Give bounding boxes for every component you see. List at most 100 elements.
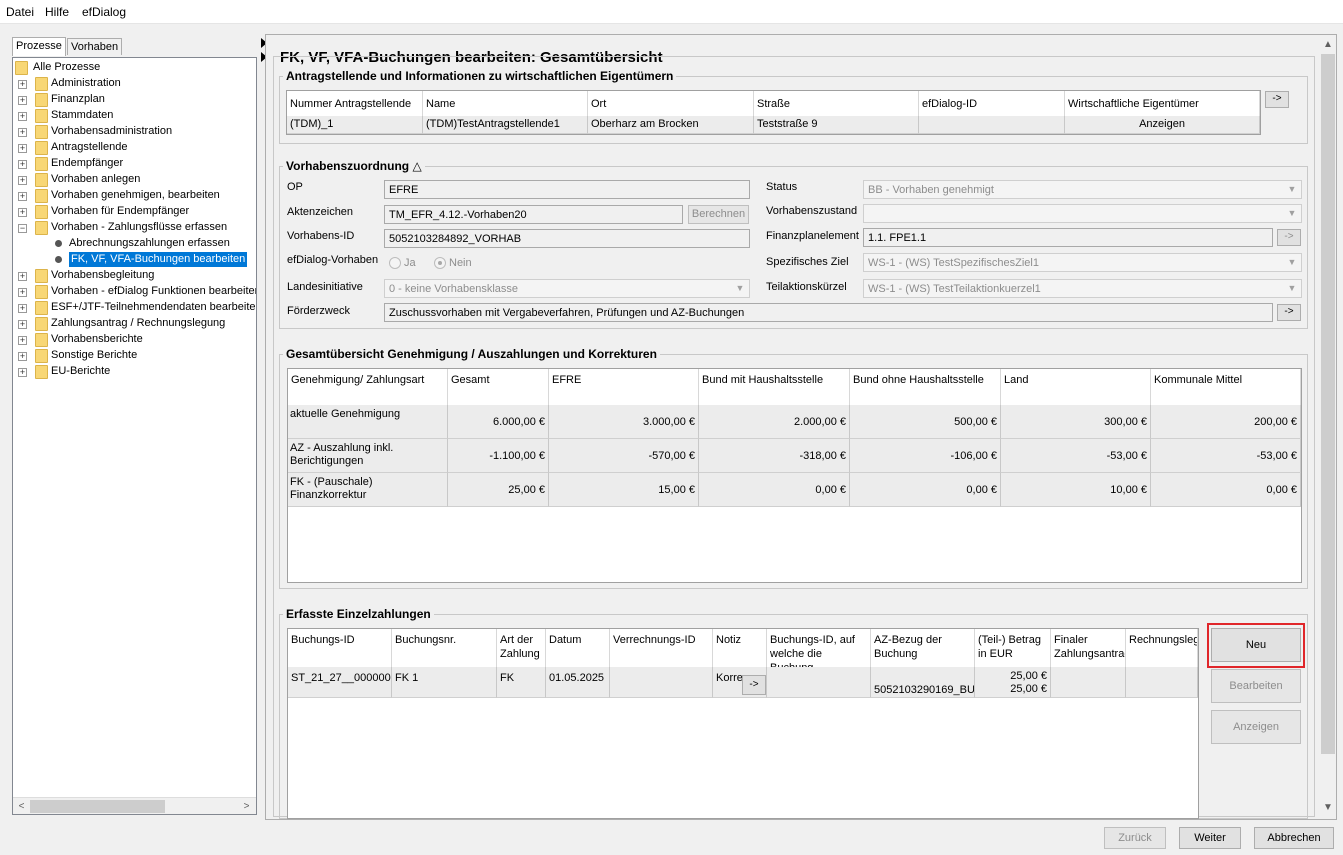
expand-icon[interactable]: + (18, 336, 27, 345)
berechnen-button[interactable]: Berechnen (688, 205, 749, 224)
tree-item[interactable]: + Antragstellende (13, 140, 256, 156)
col-header[interactable]: efDialog-ID (919, 91, 1065, 116)
table-cell[interactable]: 200,00 € (1151, 405, 1301, 439)
col-header[interactable]: Wirtschaftliche Eigentümer (1065, 91, 1260, 116)
col-header[interactable]: Straße (754, 91, 919, 116)
abbrechen-button[interactable]: Abbrechen (1254, 827, 1334, 849)
col-header[interactable]: Bund mit Haushaltsstelle (699, 369, 850, 405)
tree-horizontal-scrollbar[interactable]: < > (13, 797, 256, 814)
tree-item[interactable]: + Zahlungsantrag / Rechnungslegung (13, 316, 256, 332)
anzeigen-button[interactable]: Anzeigen (1211, 710, 1301, 744)
col-header[interactable]: Buchungsnr. (392, 629, 497, 667)
tree-item[interactable]: + Administration (13, 76, 256, 92)
row-label[interactable]: aktuelle Genehmigung (288, 405, 448, 439)
row-label[interactable]: AZ - Auszahlung inkl. Berichtigungen (288, 439, 448, 473)
expand-icon[interactable]: + (18, 320, 27, 329)
expand-icon[interactable]: + (18, 112, 27, 121)
tree-item[interactable]: + Stammdaten (13, 108, 256, 124)
table-cell[interactable]: Teststraße 9 (754, 116, 919, 134)
tree-item[interactable]: + Sonstige Berichte (13, 348, 256, 364)
expand-icon[interactable]: + (18, 160, 27, 169)
col-header[interactable]: Buchungs-ID (288, 629, 392, 667)
op-field[interactable]: EFRE (384, 180, 750, 199)
table-cell[interactable]: 0,00 € (699, 473, 850, 507)
expand-icon[interactable]: + (18, 80, 27, 89)
col-header[interactable]: Bund ohne Haushaltsstelle (850, 369, 1001, 405)
tab-prozesse[interactable]: Prozesse (12, 37, 66, 56)
finanzplanelement-field[interactable]: 1.1. FPE1.1 (863, 228, 1273, 247)
tree-subitem[interactable]: Abrechnungszahlungen erfassen (13, 236, 256, 252)
col-header[interactable]: AZ-Bezug der Buchung (871, 629, 975, 667)
col-header[interactable]: Ort (588, 91, 754, 116)
col-header[interactable]: Gesamt (448, 369, 549, 405)
tree-root[interactable]: Alle Prozesse (15, 60, 255, 76)
table-cell[interactable]: 6.000,00 € (448, 405, 549, 439)
tree-item[interactable]: + Endempfänger (13, 156, 256, 172)
foerderzweck-field[interactable]: Zuschussvorhaben mit Vergabeverfahren, P… (384, 303, 1273, 322)
tab-vorhaben[interactable]: Vorhaben (67, 38, 123, 55)
table-cell[interactable]: -106,00 € (850, 439, 1001, 473)
tree-item[interactable]: + Vorhaben genehmigen, bearbeiten (13, 188, 256, 204)
expand-icon[interactable]: + (18, 144, 27, 153)
menu-efdialog[interactable]: efDialog (82, 5, 126, 19)
tree-item[interactable]: + Vorhaben - efDialog Funktionen bearbeit… (13, 284, 256, 300)
col-header[interactable]: EFRE (549, 369, 699, 405)
row-label[interactable]: FK - (Pauschale) Finanzkorrektur (288, 473, 448, 507)
col-header[interactable]: Land (1001, 369, 1151, 405)
expand-icon[interactable]: + (18, 96, 27, 105)
table-cell[interactable] (1126, 667, 1198, 698)
finanzplanelement-arrow-button[interactable]: -> (1277, 229, 1301, 246)
tree-item[interactable]: + ESF+/JTF-Teilnehmendendaten bearbeiten (13, 300, 256, 316)
col-header[interactable]: Genehmigung/ Zahlungsart (288, 369, 448, 405)
anzeigen-eigentuemer-button[interactable]: Anzeigen (1065, 116, 1260, 134)
tree-item[interactable]: + Vorhaben anlegen (13, 172, 256, 188)
table-cell[interactable]: (TDM)TestAntragstellende1 (423, 116, 588, 134)
table-cell[interactable]: 25,00 € (448, 473, 549, 507)
teilaktionskuerzel-dropdown[interactable]: WS-1 - (WS) TestTeilaktionkuerzel1 ▼ (863, 279, 1302, 298)
vorhabenszustand-dropdown[interactable]: ▼ (863, 204, 1302, 223)
tree-item[interactable]: + EU-Berichte (13, 364, 256, 380)
col-header[interactable]: Art der Zahlung (497, 629, 546, 667)
landesinitiative-dropdown[interactable]: 0 - keine Vorhabensklasse ▼ (384, 279, 750, 298)
scroll-left-icon[interactable]: < (14, 799, 29, 814)
scroll-thumb[interactable] (30, 800, 165, 813)
vorhabens-id-field[interactable]: 5052103284892_VORHAB (384, 229, 750, 248)
table-cell[interactable]: 5052103290169_BUC (871, 667, 975, 698)
main-vertical-scrollbar[interactable]: ▲ ▼ (1320, 36, 1336, 817)
collapse-icon[interactable]: − (18, 224, 27, 233)
nein-radio[interactable] (434, 257, 446, 269)
collapse-icon[interactable]: △ (412, 159, 421, 173)
scroll-right-icon[interactable]: > (239, 799, 254, 814)
tree-item[interactable]: + Vorhabensbegleitung (13, 268, 256, 284)
expand-icon[interactable]: + (18, 208, 27, 217)
tree-item[interactable]: + Vorhabensadministration (13, 124, 256, 140)
col-header[interactable]: Buchungs-ID, auf welche die Buchung (767, 629, 871, 667)
expand-icon[interactable]: + (18, 128, 27, 137)
weiter-button[interactable]: Weiter (1179, 827, 1241, 849)
table-cell[interactable]: 3.000,00 € (549, 405, 699, 439)
table-cell[interactable]: 0,00 € (1151, 473, 1301, 507)
col-header[interactable]: Datum (546, 629, 610, 667)
neu-button[interactable]: Neu (1211, 628, 1301, 662)
tree-item[interactable]: + Vorhabensberichte (13, 332, 256, 348)
ja-radio[interactable] (389, 257, 401, 269)
col-header[interactable]: Rechnungslegung (1126, 629, 1198, 667)
tree-item[interactable]: + Vorhaben für Endempfänger (13, 204, 256, 220)
table-cell[interactable]: -53,00 € (1151, 439, 1301, 473)
expand-icon[interactable]: + (18, 288, 27, 297)
table-cell[interactable] (1051, 667, 1126, 698)
col-header[interactable]: Name (423, 91, 588, 116)
foerderzweck-arrow-button[interactable]: -> (1277, 304, 1301, 321)
aktenzeichen-field[interactable]: TM_EFR_4.12.-Vorhaben20 (384, 205, 683, 224)
table-cell[interactable]: Oberharz am Brocken (588, 116, 754, 134)
expand-icon[interactable]: + (18, 272, 27, 281)
betrag-cell[interactable]: 25,00 € 25,00 € (975, 667, 1051, 698)
scroll-up-icon[interactable]: ▲ (1320, 37, 1336, 53)
table-cell[interactable]: 01.05.2025 (546, 667, 610, 698)
table-cell[interactable]: -53,00 € (1001, 439, 1151, 473)
table-cell[interactable]: -570,00 € (549, 439, 699, 473)
col-header[interactable]: Kommunale Mittel (1151, 369, 1301, 405)
scroll-thumb[interactable] (1321, 54, 1335, 754)
tree-subitem[interactable]: FK, VF, VFA-Buchungen bearbeiten (13, 252, 256, 268)
menu-datei[interactable]: Datei (6, 5, 34, 19)
